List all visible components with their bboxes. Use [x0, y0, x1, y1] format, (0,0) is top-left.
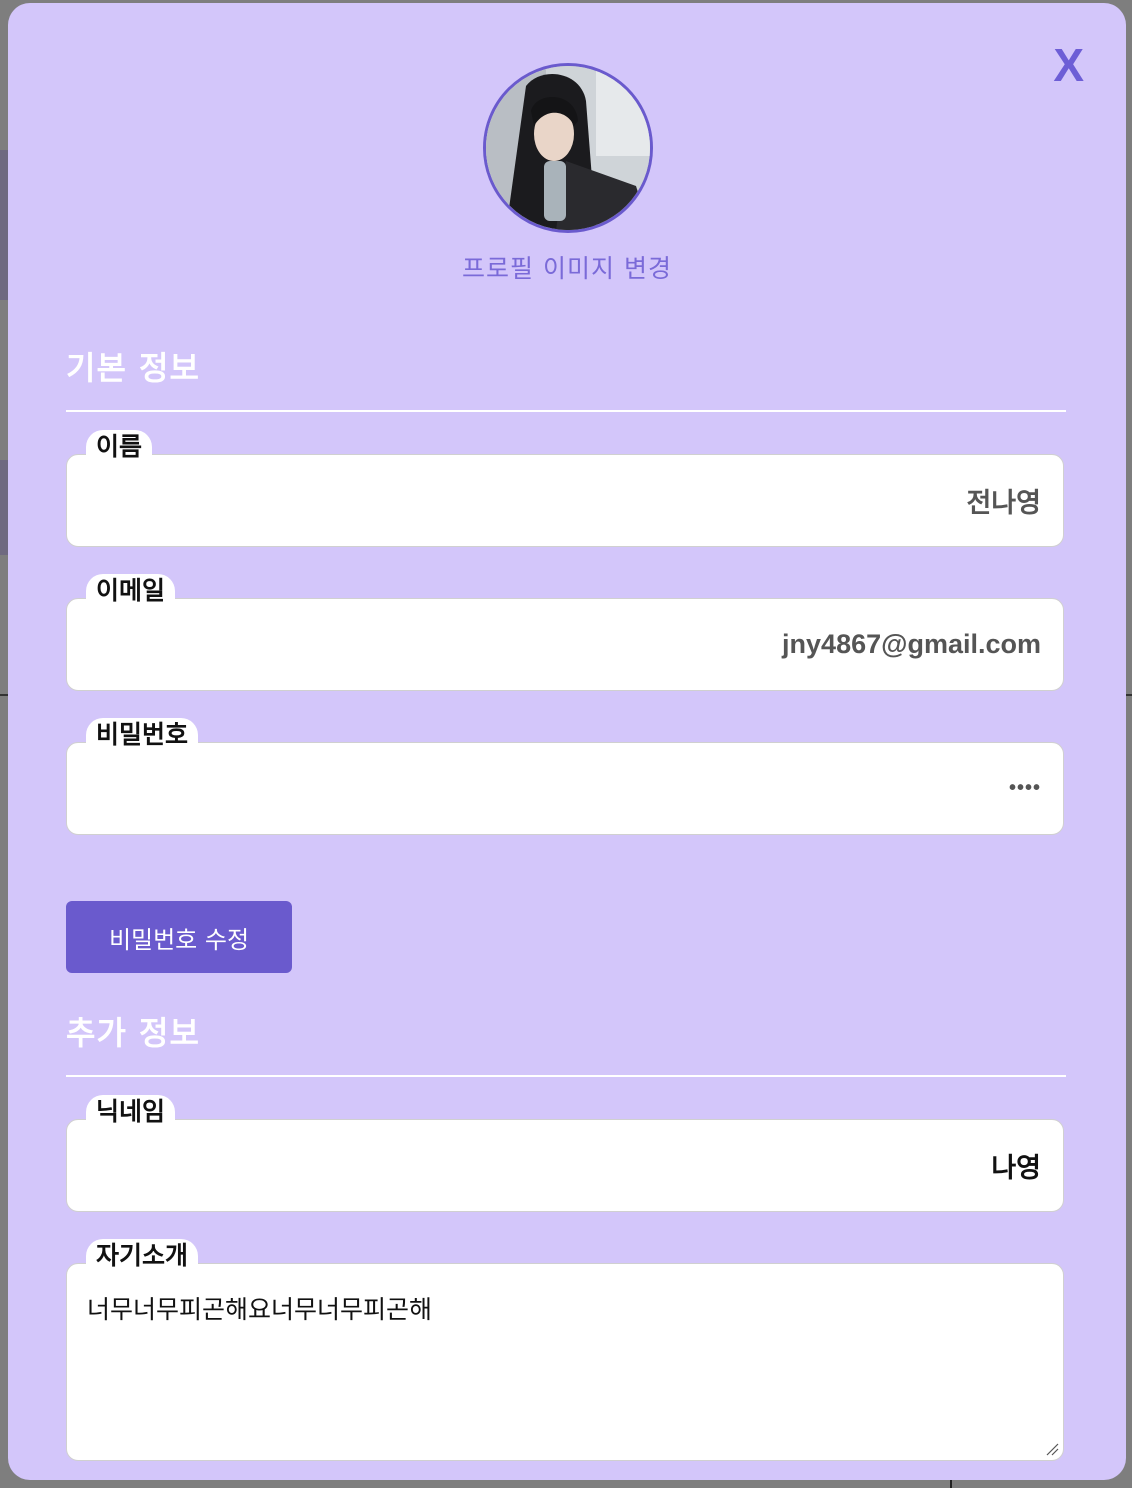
profile-edit-modal: X 프로필 이미지 변경 기본 정보 이름 이메일 비밀번호 비밀번호 수정 추… [8, 3, 1126, 1480]
section-divider [66, 410, 1066, 412]
nickname-input[interactable] [67, 1120, 1063, 1211]
backdrop-line [950, 1480, 952, 1488]
avatar[interactable] [483, 63, 653, 233]
change-password-button[interactable]: 비밀번호 수정 [66, 901, 292, 973]
name-field[interactable] [66, 454, 1064, 547]
password-label: 비밀번호 [86, 718, 199, 752]
change-image-link[interactable]: 프로필 이미지 변경 [8, 249, 1126, 285]
nickname-label: 닉네임 [86, 1095, 176, 1129]
basic-info-title: 기본 정보 [66, 349, 200, 387]
section-divider [66, 1075, 1066, 1077]
name-label: 이름 [86, 430, 153, 464]
name-input[interactable] [67, 455, 1063, 546]
password-input[interactable] [67, 743, 1063, 834]
email-input[interactable] [67, 599, 1063, 690]
email-field[interactable] [66, 598, 1064, 691]
bio-label: 자기소개 [86, 1239, 199, 1273]
bio-field[interactable]: 너무너무피곤해요너무너무피곤해 [66, 1263, 1064, 1461]
extra-info-title: 추가 정보 [66, 1014, 200, 1052]
resize-grip-icon[interactable] [1045, 1442, 1059, 1456]
bio-textarea[interactable]: 너무너무피곤해요너무너무피곤해 [67, 1264, 1063, 1460]
password-field[interactable] [66, 742, 1064, 835]
email-label: 이메일 [86, 574, 176, 608]
nickname-field[interactable] [66, 1119, 1064, 1212]
close-button[interactable]: X [1053, 39, 1084, 91]
profile-photo [486, 66, 650, 230]
